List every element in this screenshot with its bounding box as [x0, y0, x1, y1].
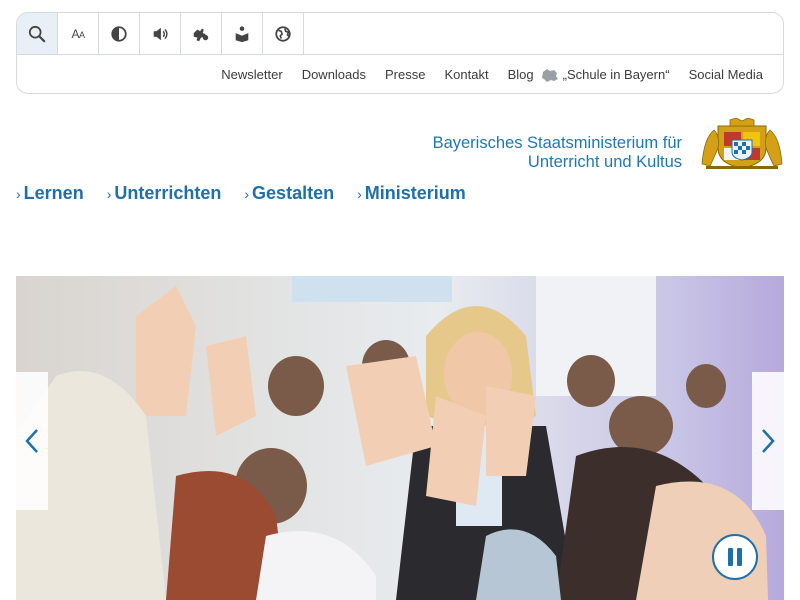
font-size-icon: AA [71, 26, 85, 41]
font-size-button[interactable]: AA [58, 13, 99, 54]
slider-prev-button[interactable] [16, 372, 48, 510]
chevron-right-icon: › [244, 185, 250, 202]
language-globe-icon [275, 25, 291, 42]
chevron-right-icon: › [357, 185, 362, 202]
language-button[interactable] [263, 13, 304, 54]
sign-language-button[interactable] [181, 13, 222, 54]
read-aloud-button[interactable] [140, 13, 181, 54]
link-blog[interactable]: Blog „Schule in Bayern“ [508, 67, 670, 82]
hero-slider [16, 276, 784, 600]
link-presse[interactable]: Presse [385, 67, 425, 82]
nav-item-lernen[interactable]: › Lernen [16, 183, 84, 204]
easy-language-button[interactable] [222, 13, 263, 54]
bavarian-coat-of-arms-logo[interactable] [700, 118, 784, 170]
ministry-name-line1: Bayerisches Staatsministerium für [432, 134, 682, 152]
main-navigation: › Lernen › Unterrichten › Gestalten › Mi… [16, 183, 489, 204]
chevron-right-icon [762, 429, 775, 453]
divider [17, 54, 783, 55]
nav-item-label: Unterrichten [114, 183, 222, 203]
bavaria-map-icon [541, 68, 558, 82]
slider-pause-button[interactable] [712, 534, 758, 580]
hero-photo [16, 276, 784, 600]
service-bar: AA Newsletter Downloads Presse Kontakt B… [16, 12, 784, 94]
easy-reading-icon [235, 25, 249, 42]
sign-language-icon [193, 28, 209, 41]
search-button[interactable] [17, 13, 58, 54]
ministry-name-line2: Unterricht und Kultus [527, 153, 682, 171]
accessibility-toolbar: AA [17, 13, 304, 55]
slider-next-button[interactable] [752, 372, 784, 510]
chevron-left-icon [25, 429, 38, 453]
meta-navigation: Newsletter Downloads Presse Kontakt Blog… [202, 67, 763, 82]
link-social-media[interactable]: Social Media [689, 67, 763, 82]
nav-item-ministerium[interactable]: › Ministerium [357, 183, 466, 204]
link-kontakt[interactable]: Kontakt [444, 67, 488, 82]
nav-item-label: Gestalten [252, 183, 335, 203]
blog-label: Blog [507, 67, 534, 82]
contrast-icon [111, 25, 127, 42]
nav-item-unterrichten[interactable]: › Unterrichten [107, 183, 222, 204]
link-downloads[interactable]: Downloads [302, 67, 366, 82]
nav-item-label: Lernen [23, 183, 84, 203]
link-newsletter[interactable]: Newsletter [221, 67, 282, 82]
ministry-name[interactable]: Bayerisches Staatsministerium für Unterr… [400, 134, 682, 172]
nav-item-label: Ministerium [364, 183, 466, 203]
chevron-right-icon: › [106, 185, 112, 202]
contrast-button[interactable] [99, 13, 140, 54]
speaker-icon [153, 27, 168, 40]
chevron-right-icon: › [16, 185, 21, 202]
nav-item-gestalten[interactable]: › Gestalten [244, 183, 334, 204]
search-icon [28, 25, 46, 42]
blog-name: „Schule in Bayern“ [562, 67, 670, 82]
pause-icon [726, 548, 744, 566]
